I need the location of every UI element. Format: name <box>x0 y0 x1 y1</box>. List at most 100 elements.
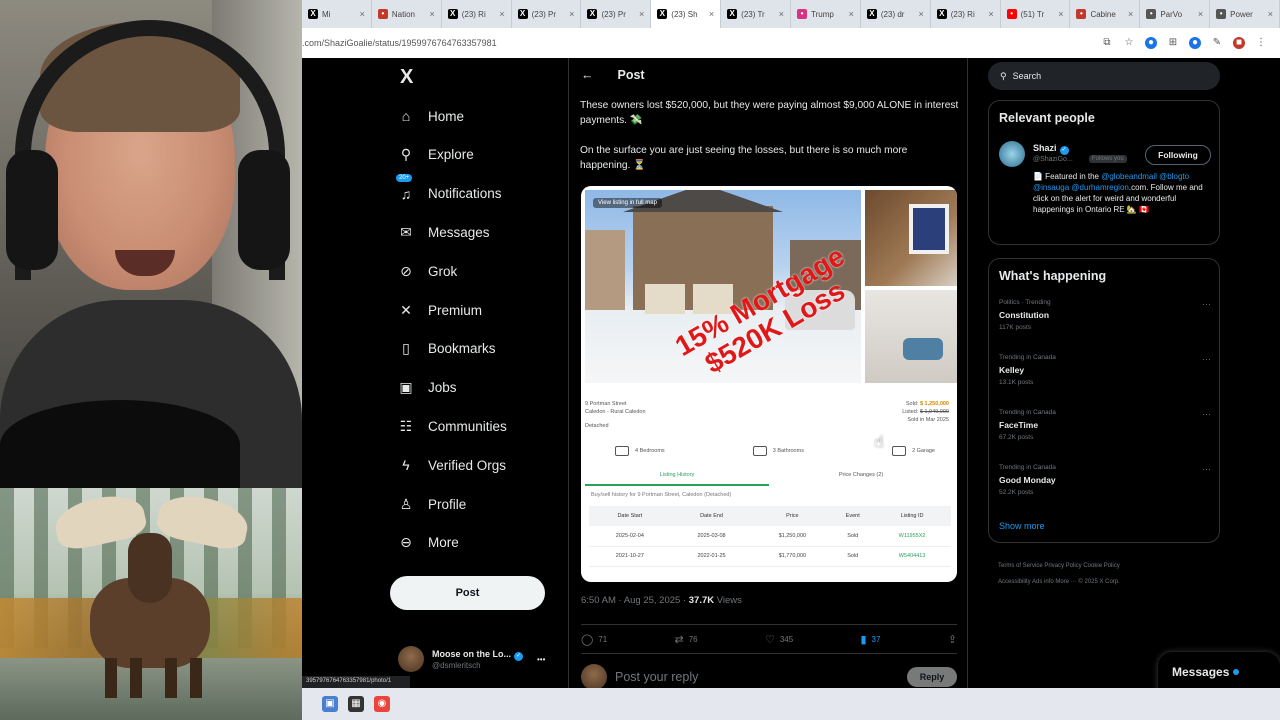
browser-tab[interactable]: • Cabine × <box>1070 0 1141 28</box>
trend-item[interactable]: Trending in Canada Kelley 13.1K posts ··· <box>999 354 1211 404</box>
search-input[interactable]: ⚲ Search <box>988 62 1220 90</box>
sidebar-item-communities[interactable]: ☷ Communities <box>398 412 507 440</box>
following-button[interactable]: Following <box>1145 145 1211 165</box>
more-icon: ⊖ <box>400 534 412 551</box>
like-button[interactable]: ♡ 345 <box>765 633 793 646</box>
browser-tab[interactable]: X (23) Sh × <box>651 0 722 28</box>
sidebar-item-jobs[interactable]: ▣ Jobs <box>398 374 456 402</box>
url-text[interactable]: .com/ShaziGoalie/status/1959976764763357… <box>302 38 1096 48</box>
translate-icon[interactable]: ⊞ <box>1167 37 1179 49</box>
extension-icon[interactable]: ■ <box>1233 37 1245 49</box>
browser-tab[interactable]: X (23) Ri × <box>442 0 512 28</box>
person-icon: ♙ <box>399 495 413 512</box>
bookmark-button[interactable]: ▮ 37 <box>860 633 880 646</box>
more-icon[interactable]: ··· <box>1202 409 1211 419</box>
post-image[interactable]: View listing in full map 9 Portman Stree… <box>581 186 957 582</box>
table-cell[interactable]: W11955X2 <box>873 526 951 547</box>
back-arrow-icon[interactable]: ← <box>581 68 594 82</box>
avatar[interactable] <box>999 141 1025 167</box>
sidebar-item-verified-orgs[interactable]: ϟ Verified Orgs <box>398 451 506 479</box>
star-icon[interactable]: ☆ <box>1123 37 1135 49</box>
listing-tabs: Listing History Price Changes (2) <box>585 472 953 486</box>
close-icon[interactable]: × <box>709 9 714 19</box>
taskbar: ▣ ▦ ◉ <box>302 688 1280 720</box>
close-icon[interactable]: × <box>1058 9 1063 19</box>
chrome-icon[interactable]: ◉ <box>374 696 390 712</box>
person-name[interactable]: Shazi <box>1033 143 1057 153</box>
reply-button[interactable]: ◯ 71 <box>581 633 607 646</box>
heart-icon: ♡ <box>764 633 775 646</box>
app-icon[interactable]: ▣ <box>322 696 338 712</box>
extension-icon[interactable]: ● <box>1145 37 1157 49</box>
browser-tab[interactable]: • ParVo × <box>1140 0 1211 28</box>
app-icon[interactable]: ▦ <box>348 696 364 712</box>
close-icon[interactable]: × <box>360 9 365 19</box>
sidebar-item-profile[interactable]: ♙ Profile <box>398 490 467 518</box>
sidebar-item-messages[interactable]: ✉ Messages <box>398 218 489 246</box>
messages-drawer[interactable]: Messages <box>1158 652 1280 692</box>
browser-tab[interactable]: X (23) Tr × <box>721 0 792 28</box>
close-icon[interactable]: × <box>918 9 923 19</box>
account-switcher[interactable]: Moose on the Lo... ✓ @dsmleritsch ••• <box>398 644 568 674</box>
grid-icon[interactable]: ⋮ <box>1255 37 1267 49</box>
extension-icon[interactable]: ● <box>1189 37 1201 49</box>
table-cell: Sold <box>832 546 874 567</box>
sidebar-item-explore[interactable]: ⚲ Explore <box>398 141 474 169</box>
tab-listing-history: Listing History <box>585 472 769 486</box>
close-icon[interactable]: × <box>849 9 854 19</box>
more-icon[interactable]: ··· <box>1202 299 1211 309</box>
post-paragraph-1: These owners lost $520,000, but they wer… <box>580 100 959 126</box>
address-bar[interactable]: .com/ShaziGoalie/status/1959976764763357… <box>302 28 1280 58</box>
browser-tab[interactable]: X Mi × <box>302 0 372 28</box>
table-cell: $1,250,000 <box>752 526 833 547</box>
close-icon[interactable]: × <box>779 9 784 19</box>
sidebar-item-bookmarks[interactable]: ▯ Bookmarks <box>398 335 495 363</box>
show-more-link[interactable]: Show more <box>999 521 1045 531</box>
close-icon[interactable]: × <box>1198 9 1203 19</box>
post-meta: 6:50 AM · Aug 25, 2025 · 37.7K Views <box>581 595 742 606</box>
browser-tab[interactable]: X (23) Ri × <box>931 0 1001 28</box>
sidebar-item-home[interactable]: ⌂ Home <box>398 102 464 130</box>
more-icon[interactable]: ··· <box>1202 354 1211 364</box>
table-cell[interactable]: W5404413 <box>873 546 951 567</box>
browser-tab[interactable]: X (23) Pr × <box>512 0 582 28</box>
x-icon: X <box>587 9 598 19</box>
close-icon[interactable]: × <box>499 9 504 19</box>
sidebar-item-premium[interactable]: ✕ Premium <box>398 296 482 324</box>
post-timestamp[interactable]: 6:50 AM · Aug 25, 2025 · <box>581 595 686 606</box>
trend-item[interactable]: Trending in Canada FaceTime 67.2K posts ··· <box>999 409 1211 459</box>
install-icon[interactable]: ⧉ <box>1101 37 1113 49</box>
browser-tab[interactable]: • Power × <box>1210 0 1280 28</box>
close-icon[interactable]: × <box>1268 9 1273 19</box>
repost-button[interactable]: ⇄ 76 <box>675 633 698 646</box>
sidebar-item-notifications[interactable]: ♫ 20+ Notifications <box>396 173 502 208</box>
post-button[interactable]: Post <box>390 576 545 610</box>
sidebar-item-more[interactable]: ⊖ More <box>398 529 459 557</box>
pen-icon[interactable]: ✎ <box>1211 37 1223 49</box>
interior-photo[interactable] <box>865 190 957 286</box>
trend-item[interactable]: Politics · Trending Constitution 117K post… <box>999 299 1211 349</box>
browser-tab[interactable]: X (23) Pr × <box>581 0 652 28</box>
browser-tab[interactable]: X (23) dr × <box>861 0 931 28</box>
close-icon[interactable]: × <box>1128 9 1133 19</box>
close-icon[interactable]: × <box>639 9 644 19</box>
interior-photo[interactable] <box>865 290 957 383</box>
bell-icon: ♫ <box>400 185 412 202</box>
x-logo[interactable]: X <box>400 66 413 89</box>
browser-tab[interactable]: • (51) Tr × <box>1001 0 1071 28</box>
more-icon[interactable]: ••• <box>537 655 545 664</box>
reply-input[interactable]: Post your reply <box>615 670 899 684</box>
close-icon[interactable]: × <box>429 9 434 19</box>
view-map-label[interactable]: View listing in full map <box>593 198 662 208</box>
close-icon[interactable]: × <box>569 9 574 19</box>
footer-links: Terms of Service Privacy Policy Cookie P… <box>998 563 1120 585</box>
more-icon[interactable]: ··· <box>1202 464 1211 474</box>
sidebar-item-grok[interactable]: ⊘ Grok <box>398 257 457 285</box>
share-button[interactable]: ⇪ <box>948 633 957 646</box>
trend-item[interactable]: Trending in Canada Good Monday 52.2K posts… <box>999 464 1211 514</box>
browser-tab[interactable]: • Nation × <box>372 0 442 28</box>
browser-tab[interactable]: • Trump × <box>791 0 861 28</box>
reply-submit-button[interactable]: Reply <box>907 667 957 687</box>
comment-icon: ◯ <box>581 633 594 646</box>
close-icon[interactable]: × <box>988 9 993 19</box>
